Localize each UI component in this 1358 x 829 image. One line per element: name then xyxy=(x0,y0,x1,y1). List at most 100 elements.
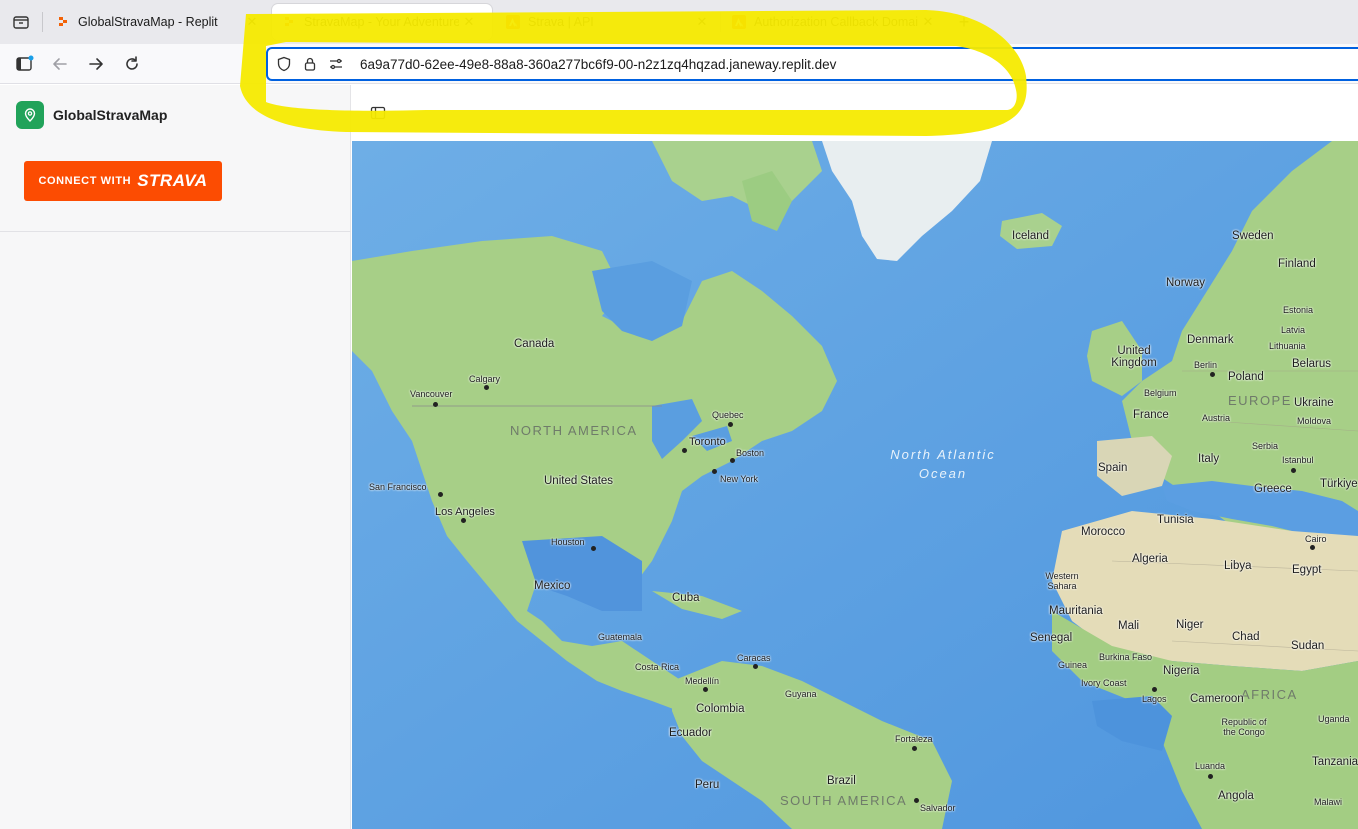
city-dot xyxy=(461,518,466,523)
country-label: Latvia xyxy=(1281,325,1306,335)
country-label: Türkiye xyxy=(1320,478,1358,490)
city-label: Calgary xyxy=(469,374,501,384)
navigation-toolbar: 6a9a77d0-62ee-49e8-88a8-360a277bc6f9-00-… xyxy=(0,44,1358,84)
country-label: Chad xyxy=(1232,631,1260,643)
divider xyxy=(0,231,351,232)
tab-strava-api[interactable]: Strava | API ✕ xyxy=(496,4,718,40)
tab-title: Strava | API xyxy=(528,15,594,29)
strava-wordmark: STRAVA xyxy=(137,171,208,190)
country-label: Senegal xyxy=(1030,632,1073,644)
country-label: Cameroon xyxy=(1190,693,1244,705)
map-tiles xyxy=(352,141,1358,829)
tab-title: Authorization Callback Domain xyxy=(754,15,918,29)
strava-icon xyxy=(732,15,746,29)
city-label: Medellín xyxy=(685,676,720,686)
tab-title: GlobalStravaMap - Replit xyxy=(78,15,218,29)
country-label: Morocco xyxy=(1081,526,1126,538)
country-label: Mali xyxy=(1118,620,1140,632)
city-dot xyxy=(1210,372,1215,377)
tab-close-icon[interactable]: ✕ xyxy=(692,12,712,32)
country-label: Canada xyxy=(514,338,555,350)
country-label: Poland xyxy=(1228,371,1264,383)
country-label: United Kingdom xyxy=(1111,345,1157,369)
country-label: Spain xyxy=(1098,462,1128,474)
tab-separator xyxy=(42,12,43,32)
city-label: San Francisco xyxy=(369,482,427,492)
tab-close-icon[interactable]: ✕ xyxy=(242,12,262,32)
country-label: Ecuador xyxy=(669,727,712,739)
country-label: Estonia xyxy=(1283,305,1314,315)
back-button[interactable] xyxy=(48,52,72,76)
site-permissions-icon[interactable] xyxy=(326,54,346,74)
city-dot xyxy=(591,546,596,551)
brand[interactable]: GlobalStravaMap xyxy=(16,101,167,129)
city-dot xyxy=(1291,468,1296,473)
city-label: Houston xyxy=(551,537,585,547)
lock-icon[interactable] xyxy=(300,54,320,74)
tab-strip: GlobalStravaMap - Replit ✕ StravaMap - Y… xyxy=(0,0,1358,44)
url-text[interactable]: 6a9a77d0-62ee-49e8-88a8-360a277bc6f9-00-… xyxy=(360,57,836,72)
country-label: Colombia xyxy=(696,703,745,715)
city-dot xyxy=(730,458,735,463)
city-dot xyxy=(1310,545,1315,550)
country-label: Tunisia xyxy=(1157,514,1194,526)
country-label: Egypt xyxy=(1292,564,1322,576)
city-label: Berlin xyxy=(1194,360,1218,370)
city-dot xyxy=(703,687,708,692)
country-label: Peru xyxy=(695,779,720,791)
sidebar-icon xyxy=(16,55,34,71)
tab-overview-icon xyxy=(13,16,29,29)
city-dot xyxy=(712,469,717,474)
city-dot xyxy=(914,798,919,803)
country-label: Libya xyxy=(1224,560,1252,572)
city-dot xyxy=(728,422,733,427)
country-label: Norway xyxy=(1166,277,1205,289)
toggle-sidebar-button[interactable] xyxy=(368,103,388,123)
world-map[interactable]: NORTH AMERICA EUROPE AFRICA SOUTH AMERIC… xyxy=(352,141,1358,829)
reload-icon xyxy=(126,56,138,70)
replit-icon xyxy=(282,15,296,29)
sidebar-toggle-button[interactable] xyxy=(12,52,36,76)
country-label: Western Sahara xyxy=(1045,571,1079,591)
city-label: Salvador xyxy=(920,803,956,813)
reload-button[interactable] xyxy=(120,52,144,76)
country-label: Algeria xyxy=(1132,553,1168,565)
city-label: Fortaleza xyxy=(895,734,933,744)
country-label: Angola xyxy=(1218,790,1254,802)
city-dot xyxy=(753,664,758,669)
country-label: Niger xyxy=(1176,619,1204,631)
tab-globalstravamap-replit[interactable]: GlobalStravaMap - Replit ✕ xyxy=(46,4,268,40)
country-label: Cuba xyxy=(672,592,700,604)
app-sidebar: GlobalStravaMap CONNECT WITH STRAVA xyxy=(0,85,351,829)
connect-with-strava-button[interactable]: CONNECT WITH STRAVA xyxy=(24,161,222,201)
continent-label: AFRICA xyxy=(1241,687,1298,702)
continent-label: NORTH AMERICA xyxy=(510,423,638,438)
country-label: Guatemala xyxy=(598,632,643,642)
tab-separator xyxy=(720,12,721,32)
country-label: Malawi xyxy=(1314,797,1343,807)
country-label: Uganda xyxy=(1318,714,1350,724)
tab-authorization-callback[interactable]: Authorization Callback Domain ✕ xyxy=(722,4,944,40)
strava-icon xyxy=(506,15,520,29)
tracking-shield-icon[interactable] xyxy=(274,54,294,74)
continent-label: EUROPE xyxy=(1228,393,1292,408)
tab-stravamap[interactable]: StravaMap - Your Adventures ✕ xyxy=(272,4,492,40)
tab-close-icon[interactable]: ✕ xyxy=(918,12,938,32)
panel-left-icon xyxy=(370,106,386,120)
city-label: Vancouver xyxy=(410,389,453,399)
forward-button[interactable] xyxy=(84,52,108,76)
city-dot xyxy=(484,385,489,390)
country-label: Costa Rica xyxy=(635,662,680,672)
tab-overview-button[interactable] xyxy=(8,9,34,35)
forward-arrow-icon xyxy=(89,58,103,70)
new-tab-button[interactable]: + xyxy=(954,12,974,32)
country-label: Denmark xyxy=(1187,334,1234,346)
plus-icon: + xyxy=(958,11,970,32)
country-label: Mauritania xyxy=(1049,605,1103,617)
map-header xyxy=(352,85,1358,141)
country-label: Lithuania xyxy=(1269,341,1306,351)
address-bar[interactable]: 6a9a77d0-62ee-49e8-88a8-360a277bc6f9-00-… xyxy=(266,47,1358,81)
tab-close-icon[interactable]: ✕ xyxy=(459,12,479,32)
city-dot xyxy=(433,402,438,407)
country-label: Republic of the Congo xyxy=(1221,717,1267,737)
